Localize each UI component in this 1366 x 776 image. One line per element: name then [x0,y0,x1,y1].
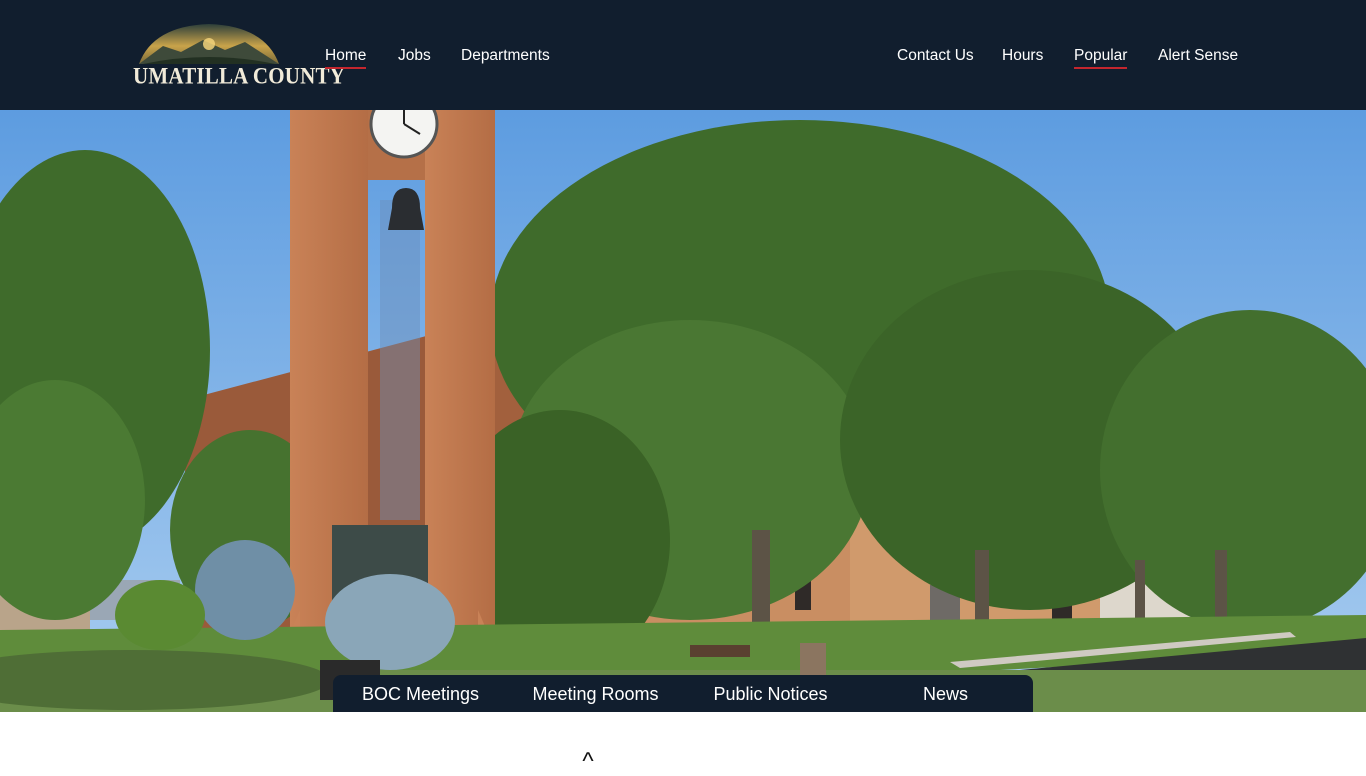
nav-hours[interactable]: Hours [1002,45,1043,71]
nav-jobs[interactable]: Jobs [398,45,431,71]
county-logo[interactable]: UMATILLA COUNTY [133,22,346,90]
scroll-up-caret-icon[interactable]: ^ [577,748,599,775]
hero-image: BOC Meetings Meeting Rooms Public Notice… [0,110,1366,712]
quick-links-bar: BOC Meetings Meeting Rooms Public Notice… [333,675,1033,712]
logo-wordmark: UMATILLA COUNTY [133,62,346,89]
quick-link-public-notices[interactable]: Public Notices [683,675,858,712]
quick-link-meeting-rooms[interactable]: Meeting Rooms [508,675,683,712]
logo-landscape-icon [139,24,279,64]
nav-popular[interactable]: Popular [1074,45,1128,71]
nav-departments[interactable]: Departments [461,45,550,71]
nav-contact-us[interactable]: Contact Us [897,45,974,71]
courthouse-photo [0,110,1366,712]
quick-link-news[interactable]: News [858,675,1033,712]
nav-home[interactable]: Home [325,45,367,71]
quick-link-boc-meetings[interactable]: BOC Meetings [333,675,508,712]
nav-alert-sense[interactable]: Alert Sense [1158,45,1238,71]
site-header: UMATILLA COUNTY Home Jobs Departments Co… [0,0,1366,110]
